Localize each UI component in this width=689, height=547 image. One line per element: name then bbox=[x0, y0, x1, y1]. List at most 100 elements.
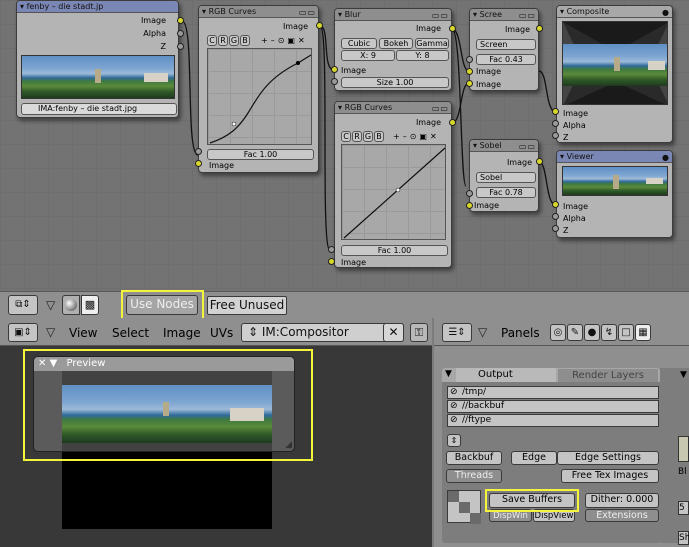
gamma-toggle[interactable]: Gamma bbox=[415, 38, 449, 49]
truncated-field[interactable]: 5 bbox=[678, 501, 689, 515]
viewer-node[interactable]: ▾ Viewer ● Image Alpha Z bbox=[556, 150, 673, 238]
input-socket-fac[interactable] bbox=[466, 190, 473, 197]
input-socket-image[interactable] bbox=[331, 66, 338, 73]
image-file-field[interactable]: IMA:fenby – die stadt.jpg bbox=[21, 103, 177, 115]
editor-type-menu[interactable]: ⧉⇕ bbox=[8, 295, 38, 315]
blur-size-field[interactable]: Size 1.00 bbox=[341, 77, 449, 88]
edge-settings-button[interactable]: Edge Settings bbox=[557, 451, 659, 465]
curve-channel-b[interactable]: B bbox=[240, 35, 250, 46]
fac-field[interactable]: Fac 1.00 bbox=[207, 149, 314, 160]
shading-icon[interactable]: ● bbox=[584, 324, 600, 341]
rgb-curves-node-2[interactable]: ▾ RGB Curves ▭▭ Image C R G B +–⊙▣✕ Fac 1… bbox=[334, 101, 452, 268]
input-socket-image[interactable] bbox=[328, 258, 335, 265]
free-tex-images-button[interactable]: Free Tex Images bbox=[561, 469, 659, 483]
output-socket-image[interactable] bbox=[177, 17, 184, 24]
unlink-image-button[interactable]: ✕ bbox=[383, 323, 404, 342]
node-header[interactable]: ▾ RGB Curves ▭▭ bbox=[335, 102, 451, 114]
node-editor[interactable]: ▾ fenby – die stadt.jp Image Alpha Z IMA… bbox=[0, 0, 689, 291]
node-header[interactable]: ▾ Viewer ● bbox=[557, 151, 672, 163]
menu-uvs[interactable]: UVs bbox=[210, 326, 233, 340]
node-header[interactable]: ▾ Composite ● bbox=[557, 6, 672, 18]
curve-tools[interactable]: +–⊙▣✕ bbox=[393, 132, 440, 141]
output-socket-image[interactable] bbox=[536, 25, 543, 32]
input-socket-alpha[interactable] bbox=[552, 213, 559, 220]
input-socket-image-2[interactable] bbox=[466, 80, 473, 87]
node-header[interactable]: ▾ Sobel ▭▭ bbox=[470, 140, 538, 152]
input-socket-fac[interactable] bbox=[195, 148, 202, 155]
pin-image-icon[interactable]: ⚿ bbox=[410, 323, 428, 342]
filter-type-select[interactable]: Sobel bbox=[476, 172, 536, 183]
rgb-curves-node[interactable]: ▾ RGB Curves ▭▭ Image C R G B +–⊙▣✕ Fac 1… bbox=[198, 5, 319, 173]
object-icon[interactable]: ↯ bbox=[601, 324, 617, 341]
menu-select[interactable]: Select bbox=[112, 326, 149, 340]
input-socket-image-1[interactable] bbox=[466, 68, 473, 75]
folder-icon[interactable]: ⊘ bbox=[450, 401, 458, 412]
curve-channel-r[interactable]: R bbox=[352, 131, 362, 142]
filter-fac-field[interactable]: Fac 0.78 bbox=[476, 187, 536, 198]
input-socket-fac[interactable] bbox=[466, 56, 473, 63]
editing-icon[interactable]: □ bbox=[618, 324, 634, 341]
render-window-location-grid[interactable] bbox=[447, 490, 481, 524]
collapse-triangle-icon[interactable]: ▼ bbox=[445, 369, 452, 379]
menu-collapse-triangle-icon[interactable]: ▽ bbox=[46, 325, 55, 339]
image-input-node[interactable]: ▾ fenby – die stadt.jp Image Alpha Z IMA… bbox=[16, 0, 179, 118]
tab-render-layers[interactable]: Render Layers bbox=[558, 369, 658, 382]
free-unused-button[interactable]: Free Unused bbox=[207, 296, 287, 315]
path-browse-menu[interactable]: ⇕ bbox=[447, 434, 461, 447]
mix-mode-select[interactable]: Screen bbox=[476, 39, 536, 50]
output-socket-image[interactable] bbox=[449, 119, 456, 126]
blur-y-field[interactable]: Y: 8 bbox=[396, 50, 449, 61]
output-socket-alpha[interactable] bbox=[177, 30, 184, 37]
editor-type-menu[interactable]: ☰⇕ bbox=[442, 323, 472, 342]
menu-collapse-triangle-icon[interactable]: ▽ bbox=[478, 325, 487, 339]
blur-node[interactable]: ▾ Blur ▭▭ Image Cubic Bokeh Gamma X: 9 Y:… bbox=[334, 8, 452, 91]
material-nodes-button[interactable] bbox=[62, 295, 80, 315]
color-swatch[interactable] bbox=[678, 436, 689, 462]
composite-node[interactable]: ▾ Composite ● Image Alpha Z bbox=[556, 5, 673, 143]
output-socket-z[interactable] bbox=[177, 43, 184, 50]
collapse-triangle-icon[interactable]: ▼ bbox=[680, 370, 687, 380]
mix-screen-node[interactable]: ▾ Scree ▭▭ Image Screen Fac 0.43 Image Im… bbox=[469, 8, 539, 91]
tab-output[interactable]: Output bbox=[456, 368, 556, 382]
curve-channel-b[interactable]: B bbox=[374, 131, 384, 142]
output-socket-image[interactable] bbox=[536, 158, 543, 165]
curve-editor[interactable] bbox=[341, 144, 446, 240]
backbuf-toggle[interactable]: Backbuf bbox=[446, 451, 502, 465]
logic-icon[interactable]: ◎ bbox=[550, 324, 566, 341]
curve-channel-r[interactable]: R bbox=[218, 35, 228, 46]
node-header[interactable]: ▾ RGB Curves ▭▭ bbox=[199, 6, 318, 18]
output-socket-image[interactable] bbox=[449, 25, 456, 32]
ftype-path-field[interactable]: ⊘//ftype bbox=[447, 414, 659, 427]
input-socket-image[interactable] bbox=[552, 201, 559, 208]
input-socket-alpha[interactable] bbox=[552, 120, 559, 127]
input-socket-z[interactable] bbox=[552, 225, 559, 232]
image-viewport[interactable]: ✕ ▼ Preview ◢ bbox=[0, 346, 432, 547]
blur-filter-select[interactable]: Cubic bbox=[341, 38, 377, 49]
edge-toggle[interactable]: Edge bbox=[511, 451, 557, 465]
folder-icon[interactable]: ⊘ bbox=[450, 415, 458, 426]
panels-menu[interactable]: Panels bbox=[501, 326, 540, 340]
backbuf-path-field[interactable]: ⊘//backbuf bbox=[447, 400, 659, 413]
menu-view[interactable]: View bbox=[69, 326, 97, 340]
input-socket-fac[interactable] bbox=[328, 246, 335, 253]
composite-nodes-button[interactable]: ▩ bbox=[81, 295, 99, 315]
image-browse-field[interactable]: ⇕ IM:Compositor bbox=[241, 323, 404, 342]
output-socket-image[interactable] bbox=[316, 22, 323, 29]
render-output-path-field[interactable]: ⊘/tmp/ bbox=[447, 386, 659, 399]
input-socket-image[interactable] bbox=[552, 108, 559, 115]
script-icon[interactable]: ✎ bbox=[567, 324, 583, 341]
node-header[interactable]: ▾ Scree ▭▭ bbox=[470, 9, 538, 21]
scene-render-icon[interactable]: ▦ bbox=[635, 324, 651, 341]
bokeh-toggle[interactable]: Bokeh bbox=[379, 38, 413, 49]
mix-fac-field[interactable]: Fac 0.43 bbox=[476, 54, 536, 65]
extensions-toggle[interactable]: Extensions bbox=[585, 509, 659, 522]
node-header[interactable]: ▾ fenby – die stadt.jp bbox=[17, 1, 178, 13]
input-socket-image[interactable] bbox=[466, 202, 473, 209]
curve-channel-c[interactable]: C bbox=[341, 131, 351, 142]
input-socket-size[interactable] bbox=[331, 78, 338, 85]
truncated-button[interactable]: Sh bbox=[678, 531, 689, 545]
dither-field[interactable]: Dither: 0.000 bbox=[585, 493, 659, 508]
editor-type-menu[interactable]: ▣⇕ bbox=[8, 323, 38, 342]
curve-channel-g[interactable]: G bbox=[363, 131, 373, 142]
curve-editor[interactable] bbox=[207, 48, 312, 145]
